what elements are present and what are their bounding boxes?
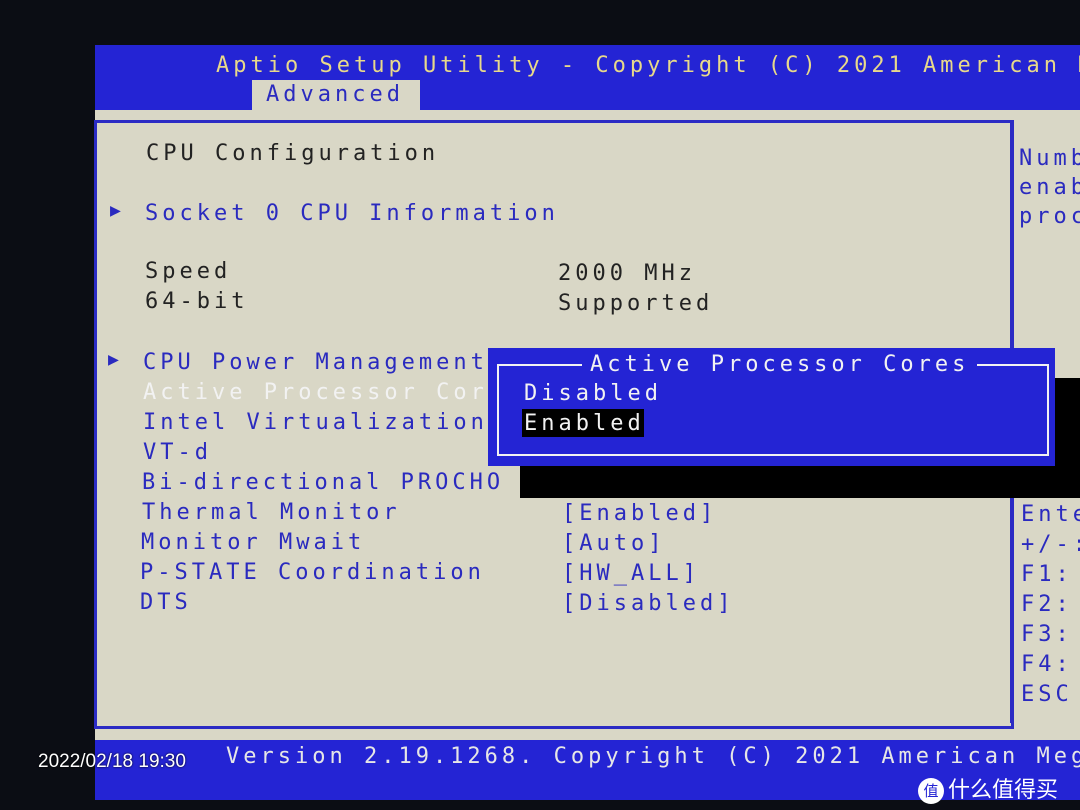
popup-title: Active Processor Cores — [582, 351, 978, 379]
key-hint: ESC — [1021, 682, 1073, 707]
help-text: enab — [1019, 175, 1080, 200]
setting-active-cores[interactable]: Active Processor Cor — [143, 379, 488, 407]
watermark: 值什么值得买 — [918, 772, 1058, 804]
setting-mwait[interactable]: Monitor Mwait — [141, 529, 365, 557]
submenu-arrow-icon: ▶ — [108, 349, 119, 370]
popup-option-enabled[interactable]: Enabled — [524, 410, 645, 438]
setting-value[interactable]: [Auto] — [562, 530, 665, 558]
photo-timestamp: 2022/02/18 19:30 — [38, 751, 186, 772]
help-text: Numb — [1019, 146, 1080, 171]
key-hint: Ente — [1021, 502, 1080, 527]
setting-pstate[interactable]: P-STATE Coordination — [140, 559, 485, 587]
setting-value[interactable]: [Enabled] — [562, 500, 717, 528]
version-text: Version 2.19.1268. Copyright (C) 2021 Am… — [226, 744, 1080, 769]
key-hint: F4: — [1021, 652, 1073, 677]
info-value: Supported — [558, 291, 714, 316]
tab-advanced-label[interactable]: Advanced — [266, 81, 404, 109]
watermark-logo-icon: 值 — [918, 778, 944, 804]
info-value: 2000 MHz — [558, 261, 696, 286]
popup-option-disabled[interactable]: Disabled — [524, 380, 662, 408]
key-hint: F2: — [1021, 592, 1073, 617]
help-text: proc — [1019, 204, 1080, 229]
setting-dts[interactable]: DTS — [140, 589, 192, 617]
section-title: CPU Configuration — [146, 141, 440, 166]
key-hint: F3: — [1021, 622, 1073, 647]
setting-vtd[interactable]: VT-d — [143, 439, 212, 467]
setting-value[interactable]: [HW_ALL] — [562, 560, 700, 588]
info-label: Speed — [145, 259, 232, 284]
setting-virtualization[interactable]: Intel Virtualization — [143, 409, 488, 437]
setting-thermal[interactable]: Thermal Monitor — [142, 499, 401, 527]
key-hint: +/-: — [1021, 532, 1080, 557]
setting-prochot[interactable]: Bi-directional PROCHO — [142, 469, 504, 497]
submenu-cpu-power[interactable]: CPU Power Management — [143, 349, 488, 377]
app-title: Aptio Setup Utility - Copyright (C) 2021… — [216, 53, 1080, 78]
info-label: 64-bit — [145, 289, 249, 314]
setting-value[interactable]: [Disabled] — [562, 590, 734, 618]
key-hint: F1: — [1021, 562, 1073, 587]
submenu-arrow-icon: ▶ — [110, 200, 121, 221]
submenu-socket-info[interactable]: Socket 0 CPU Information — [145, 200, 559, 228]
